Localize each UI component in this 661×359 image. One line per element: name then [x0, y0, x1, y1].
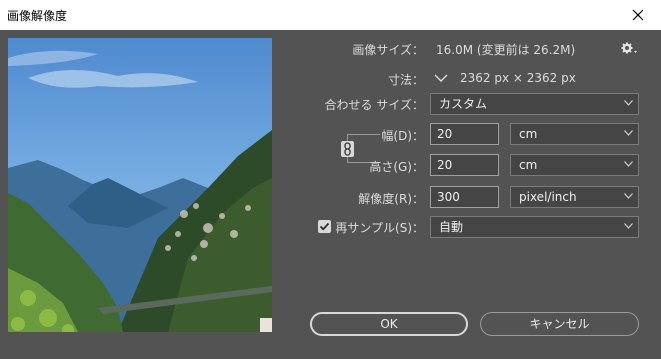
fit-to-label: 合わせる サイズ： — [324, 98, 424, 112]
chevron-down-icon — [434, 74, 448, 82]
chevron-down-icon — [624, 130, 633, 136]
cancel-button[interactable]: キャンセル — [480, 312, 639, 336]
settings-menu-button[interactable] — [620, 40, 638, 56]
window-title: 画像解像度 — [7, 9, 68, 23]
resolution-input[interactable]: 300 — [430, 186, 499, 208]
width-unit-value: cm — [519, 127, 538, 141]
close-icon — [632, 9, 644, 21]
height-unit-value: cm — [519, 158, 538, 172]
resample-method-value: 自動 — [439, 220, 464, 234]
dimensions-label: 寸法： — [387, 73, 424, 87]
image-size-value: 16.0M (変更前は 26.2M) — [436, 43, 576, 57]
resample-checkbox[interactable] — [318, 220, 331, 233]
gear-icon — [621, 42, 637, 54]
width-unit-select[interactable]: cm — [510, 123, 639, 145]
resample-method-select[interactable]: 自動 — [430, 216, 639, 238]
title-bar: 画像解像度 — [0, 0, 661, 30]
fit-to-select[interactable]: カスタム — [430, 93, 639, 115]
height-unit-select[interactable]: cm — [510, 154, 639, 176]
landscape-photo — [8, 38, 272, 332]
chevron-down-icon — [624, 193, 633, 199]
resample-label: 再サンプル(S)： — [335, 221, 424, 235]
dialog-body: 画像サイズ： 16.0M (変更前は 26.2M) 寸法： 2362 px × … — [0, 30, 661, 359]
ok-button[interactable]: OK — [310, 312, 468, 336]
width-label: 幅(D)： — [381, 129, 424, 143]
image-size-label: 画像サイズ： — [352, 43, 424, 57]
checkmark-icon — [319, 222, 330, 231]
fit-to-value: カスタム — [439, 97, 488, 111]
link-icon — [344, 142, 351, 156]
close-button[interactable] — [615, 0, 661, 30]
constrain-proportions-toggle[interactable] — [341, 141, 354, 157]
height-label: 高さ(G)： — [369, 160, 424, 174]
chevron-down-icon — [624, 161, 633, 167]
chevron-down-icon — [624, 100, 633, 106]
resolution-label: 解像度(R)： — [358, 192, 424, 206]
chevron-down-icon — [624, 223, 633, 229]
dimensions-unit-toggle[interactable] — [434, 72, 448, 84]
resolution-unit-select[interactable]: pixel/inch — [510, 186, 639, 208]
dimensions-value: 2362 px × 2362 px — [460, 71, 576, 85]
height-input[interactable]: 20 — [430, 154, 499, 176]
image-preview[interactable] — [8, 38, 272, 332]
width-input[interactable]: 20 — [430, 123, 499, 145]
resolution-unit-value: pixel/inch — [519, 190, 577, 204]
